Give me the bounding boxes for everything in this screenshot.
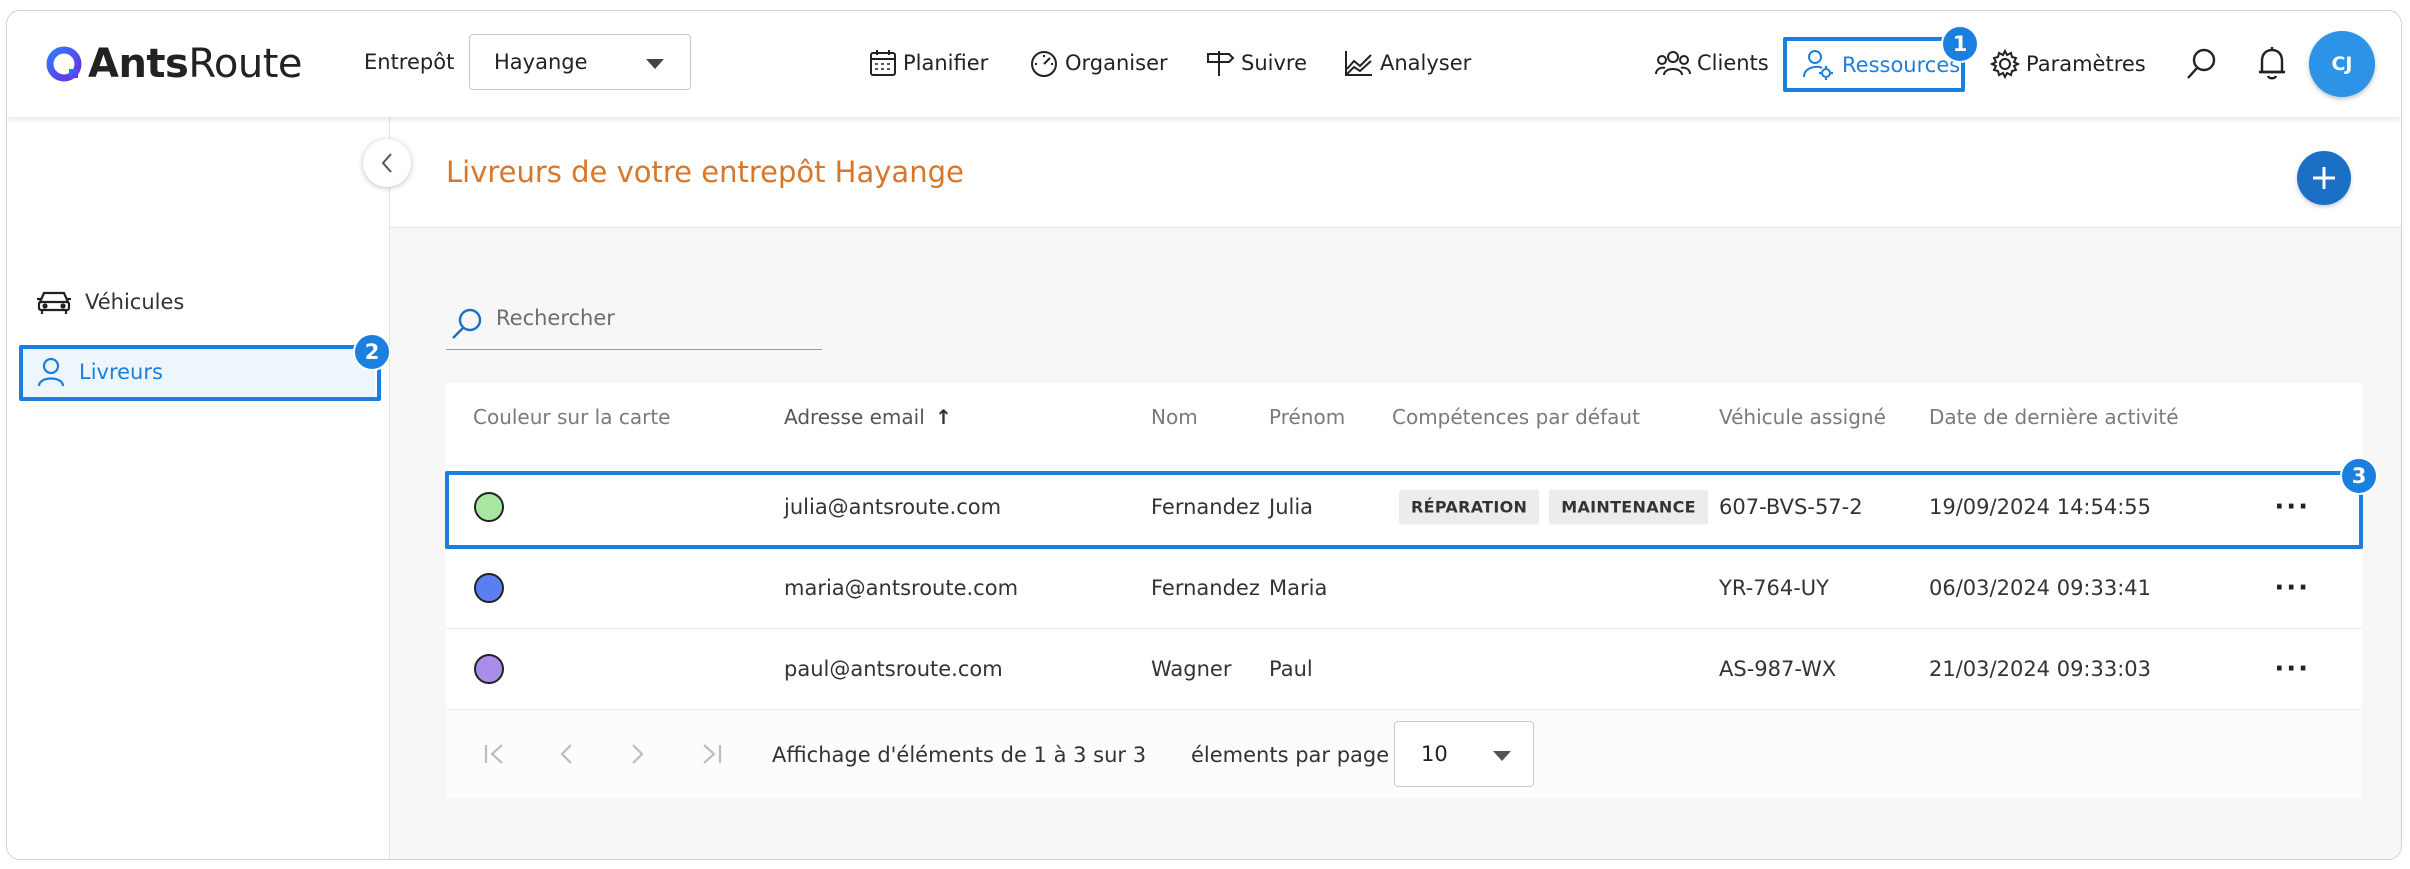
pagination-summary: Affichage d'éléments de 1 à 3 sur 3 <box>772 743 1147 767</box>
annotation-badge-1: 1 <box>1941 25 1979 63</box>
chevron-left-icon <box>381 153 392 173</box>
logo-text-light: Route <box>188 41 302 87</box>
plus-icon <box>2313 167 2335 189</box>
people-icon <box>1655 51 1691 76</box>
annotation-badge-3: 3 <box>2340 457 2378 495</box>
cell-email: paul@antsroute.com <box>784 657 1003 681</box>
nav-planifier[interactable]: Planifier <box>869 49 988 77</box>
sidebar-item-vehicules-label: Véhicules <box>85 290 185 314</box>
nav-planifier-label: Planifier <box>903 51 989 75</box>
nav-parametres[interactable]: Paramètres <box>1990 49 2146 79</box>
per-page-label: élements par page <box>1191 743 1390 767</box>
last-page-icon[interactable] <box>698 742 724 766</box>
column-header-color[interactable]: Couleur sur la carte <box>473 405 670 429</box>
annotation-box-2 <box>19 345 381 401</box>
sidebar: Véhicules Livreurs 2 <box>7 117 391 859</box>
gear-icon <box>1990 49 2020 79</box>
cell-last-activity: 21/03/2024 09:33:03 <box>1929 657 2152 681</box>
main-content: Livreurs de votre entrepôt Hayange Coule… <box>390 117 2401 859</box>
column-header-last-activity[interactable]: Date de dernière activité <box>1929 405 2179 429</box>
signpost-icon <box>1207 51 1235 76</box>
column-header-nom[interactable]: Nom <box>1151 405 1198 429</box>
table-row[interactable]: maria@antsroute.com Fernandez Maria YR-7… <box>446 547 2362 628</box>
column-header-vehicle[interactable]: Véhicule assigné <box>1719 405 1886 429</box>
cell-vehicle: YR-764-UY <box>1719 576 1830 600</box>
first-page-icon[interactable] <box>482 742 508 766</box>
sidebar-collapse-button[interactable] <box>363 139 411 187</box>
chart-icon <box>1345 51 1372 76</box>
top-navbar: Ants Route Entrepôt Hayange Planifier Org… <box>7 11 2401 117</box>
bell-icon[interactable] <box>2257 45 2287 81</box>
nav-suivre[interactable]: Suivre <box>1205 49 1307 77</box>
cell-prenom: Maria <box>1269 576 1328 600</box>
column-header-email-label: Adresse email <box>784 405 925 429</box>
warehouse-select-value: Hayange <box>494 50 588 74</box>
sort-asc-icon: ↑ <box>935 405 952 429</box>
per-page-value: 10 <box>1421 742 1448 766</box>
column-header-email[interactable]: Adresse email ↑ <box>784 405 952 429</box>
page-header: Livreurs de votre entrepôt Hayange <box>390 117 2401 228</box>
cell-nom: Fernandez <box>1151 576 1260 600</box>
nav-analyser-label: Analyser <box>1380 51 1472 75</box>
cell-last-activity: 06/03/2024 09:33:41 <box>1929 576 2152 600</box>
search-input[interactable] <box>494 305 808 331</box>
cell-nom: Wagner <box>1151 657 1232 681</box>
annotation-box-3 <box>445 471 2363 549</box>
column-header-prenom[interactable]: Prénom <box>1269 405 1345 429</box>
nav-analyser[interactable]: Analyser <box>1344 49 1471 77</box>
nav-organiser-label: Organiser <box>1065 51 1168 75</box>
table-header: Couleur sur la carte Adresse email ↑ Nom… <box>446 383 2362 453</box>
map-color-swatch <box>474 654 504 684</box>
chevron-down-icon <box>646 59 664 69</box>
gauge-icon <box>1031 51 1057 77</box>
annotation-box-1 <box>1783 37 1965 92</box>
antsroute-logo[interactable]: Ants Route <box>44 41 302 87</box>
user-avatar[interactable]: CJ <box>2309 31 2375 97</box>
search-field[interactable] <box>446 297 822 350</box>
chevron-down-icon <box>1493 751 1511 761</box>
page-title: Livreurs de votre entrepôt Hayange <box>446 155 964 189</box>
cell-prenom: Paul <box>1269 657 1313 681</box>
car-icon <box>37 291 71 314</box>
search-icon <box>452 308 482 339</box>
cell-vehicle: AS-987-WX <box>1719 657 1837 681</box>
logo-mark-icon <box>46 46 82 82</box>
warehouse-label: Entrepôt <box>364 50 455 74</box>
search-icon[interactable] <box>2185 47 2217 81</box>
annotation-badge-2: 2 <box>353 333 391 371</box>
drivers-table: Couleur sur la carte Adresse email ↑ Nom… <box>446 383 2362 798</box>
nav-parametres-label: Paramètres <box>2026 52 2146 76</box>
calendar-icon <box>870 50 896 76</box>
column-header-skills[interactable]: Compétences par défaut <box>1392 405 1640 429</box>
add-driver-button[interactable] <box>2297 151 2351 205</box>
previous-page-icon[interactable] <box>556 742 576 766</box>
warehouse-select[interactable]: Hayange <box>469 34 691 90</box>
pagination-bar: Affichage d'éléments de 1 à 3 sur 3 élem… <box>446 709 2362 798</box>
nav-suivre-label: Suivre <box>1241 51 1307 75</box>
next-page-icon[interactable] <box>628 742 648 766</box>
logo-text-bold: Ants <box>88 41 189 87</box>
cell-email: maria@antsroute.com <box>784 576 1019 600</box>
per-page-select[interactable]: 10 <box>1394 721 1534 787</box>
table-row[interactable]: paul@antsroute.com Wagner Paul AS-987-WX… <box>446 628 2362 709</box>
nav-clients[interactable]: Clients <box>1655 49 1769 77</box>
app-window: Ants Route Entrepôt Hayange Planifier Org… <box>6 10 2402 860</box>
sidebar-item-vehicules[interactable]: Véhicules <box>19 275 375 329</box>
row-more-options-icon[interactable]: ··· <box>2274 654 2310 684</box>
row-more-options-icon[interactable]: ··· <box>2274 573 2310 603</box>
map-color-swatch <box>474 573 504 603</box>
nav-organiser[interactable]: Organiser <box>1029 49 1168 77</box>
nav-clients-label: Clients <box>1697 51 1769 75</box>
